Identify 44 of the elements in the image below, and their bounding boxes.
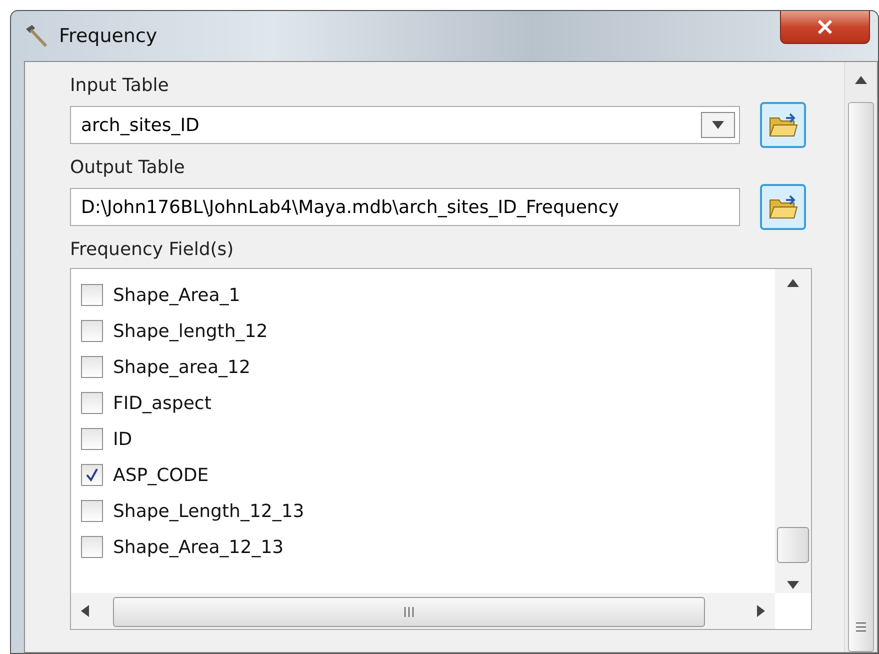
scroll-up-arrow-icon[interactable] — [855, 76, 867, 84]
output-table-field[interactable]: D:\John176BL\JohnLab4\Maya.mdb\arch_sites_ID_Frequency — [70, 188, 740, 226]
field-name: ID — [113, 428, 132, 450]
scroll-thumb[interactable] — [848, 102, 874, 652]
scroll-up-arrow-icon[interactable] — [787, 279, 799, 287]
field-label: Frequency Field(s) — [70, 238, 235, 262]
field-label: Output Table — [70, 156, 186, 180]
field-name: FID_aspect — [113, 392, 212, 414]
checkmark-icon — [85, 468, 99, 482]
field-name: Shape_Length_12_13 — [113, 500, 304, 522]
folder-icon — [768, 194, 798, 220]
field-label: Input Table — [70, 74, 170, 98]
scroll-thumb[interactable] — [113, 597, 705, 627]
checkbox[interactable] — [81, 356, 103, 378]
vertical-scrollbar[interactable] — [844, 62, 877, 652]
close-icon — [817, 20, 833, 34]
browse-button[interactable] — [760, 184, 806, 230]
folder-icon — [768, 112, 798, 138]
caret-icon[interactable] — [712, 121, 724, 129]
checkbox[interactable] — [81, 320, 103, 342]
checkbox[interactable] — [81, 428, 103, 450]
field-name: Shape_area_12 — [113, 356, 250, 378]
horizontal-scrollbar[interactable] — [71, 593, 775, 629]
field-name: Shape_Area_12_13 — [113, 536, 284, 558]
close-button[interactable] — [780, 11, 870, 44]
scroll-thumb[interactable] — [777, 527, 809, 563]
checkbox[interactable] — [81, 392, 103, 414]
input-table-dropdown[interactable]: arch_sites_ID — [70, 106, 740, 144]
checkbox[interactable] — [81, 284, 103, 306]
grip-icon — [403, 606, 415, 618]
field-name: Shape_Area_1 — [113, 284, 240, 306]
scroll-right-arrow-icon[interactable] — [757, 605, 765, 617]
checkbox[interactable] — [81, 536, 103, 558]
checkbox[interactable] — [81, 500, 103, 522]
vertical-scrollbar[interactable] — [775, 269, 811, 593]
scroll-left-arrow-icon[interactable] — [81, 605, 89, 617]
browse-button[interactable] — [760, 102, 806, 148]
field-name: Shape_length_12 — [113, 320, 268, 342]
grip-icon — [855, 621, 867, 633]
dropdown-button[interactable] — [701, 112, 735, 138]
window-title: Frequency — [59, 25, 158, 47]
checkbox[interactable] — [81, 464, 103, 486]
field-name: ASP_CODE — [113, 464, 209, 486]
scroll-down-arrow-icon[interactable] — [787, 581, 799, 589]
